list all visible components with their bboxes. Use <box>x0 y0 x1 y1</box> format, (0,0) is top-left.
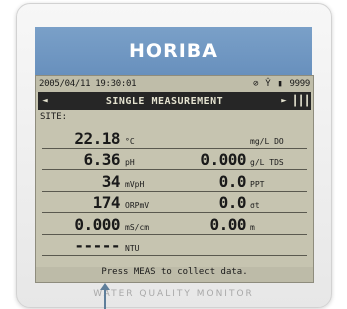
reading-value: 174 <box>92 193 121 212</box>
reading-row: ----- NTU <box>42 235 307 256</box>
reading-value: 0.0 <box>218 171 247 191</box>
lcd-screen: 2005/04/11 19:30:01 ⊘ Ŷ ▮ 9999 ◄ SINGLE … <box>35 75 314 283</box>
status-row: 2005/04/11 19:30:01 ⊘ Ŷ ▮ 9999 <box>36 76 313 92</box>
reading-unit: mg/L DO <box>250 136 284 146</box>
link-icon: ⊘ <box>253 79 259 89</box>
mode-label: SINGLE MEASUREMENT <box>105 95 224 107</box>
reading-unit: °C <box>125 136 135 146</box>
reading-value: 0.0 <box>218 193 247 212</box>
reading-unit: ORPmV <box>125 201 150 210</box>
brand-logo: HORIBA <box>129 40 218 62</box>
reading-value: 22.18 <box>74 128 120 148</box>
reading-unit: PPT <box>250 179 265 189</box>
reading-row: 22.18 °C mg/L DO <box>42 127 307 149</box>
readings-table: 22.18 °C mg/L DO 6.36 pH 0.000 g/L TDS 3… <box>36 127 313 256</box>
reading-value: 34 <box>101 171 121 191</box>
antenna-icon: Ŷ <box>265 79 271 89</box>
reading-unit: g/L TDS <box>250 158 284 167</box>
datetime-text: 2005/04/11 19:30:01 <box>39 79 137 89</box>
status-message: Press MEAS to collect data. <box>36 267 313 282</box>
reading-unit: σt <box>250 201 260 210</box>
reading-unit: mS/cm <box>125 222 150 232</box>
reading-value: 0.000 <box>74 214 120 234</box>
signal-bars-icon: ┃┃┃ <box>291 95 311 107</box>
site-label: SITE: <box>40 112 68 122</box>
reading-value: 0.00 <box>209 214 246 234</box>
reading-value: ----- <box>74 236 120 255</box>
reading-value: 0.000 <box>200 150 246 169</box>
battery-icon: ▮ <box>277 79 283 89</box>
memory-count: 9999 <box>289 79 311 89</box>
reading-unit: m <box>250 222 255 232</box>
reading-unit: mVpH <box>125 179 145 189</box>
mode-bar[interactable]: ◄ SINGLE MEASUREMENT ► ┃┃┃ <box>38 92 311 110</box>
reading-row: 174 ORPmV 0.0 σt <box>42 192 307 213</box>
reading-value: 6.36 <box>83 150 120 169</box>
reading-row: 34 mVpH 0.0 PPT <box>42 170 307 192</box>
reading-row: 6.36 pH 0.000 g/L TDS <box>42 149 307 170</box>
reading-unit: NTU <box>125 244 140 253</box>
prev-mode-arrow-icon[interactable]: ◄ <box>38 96 52 106</box>
reading-unit: pH <box>125 158 135 167</box>
pointer-arrow-icon <box>100 283 110 309</box>
reading-row: 0.000 mS/cm 0.00 m <box>42 213 307 235</box>
next-mode-arrow-icon[interactable]: ► <box>277 96 291 106</box>
brand-band: HORIBA <box>35 27 312 75</box>
model-label: WATER QUALITY MONITOR <box>93 289 254 299</box>
